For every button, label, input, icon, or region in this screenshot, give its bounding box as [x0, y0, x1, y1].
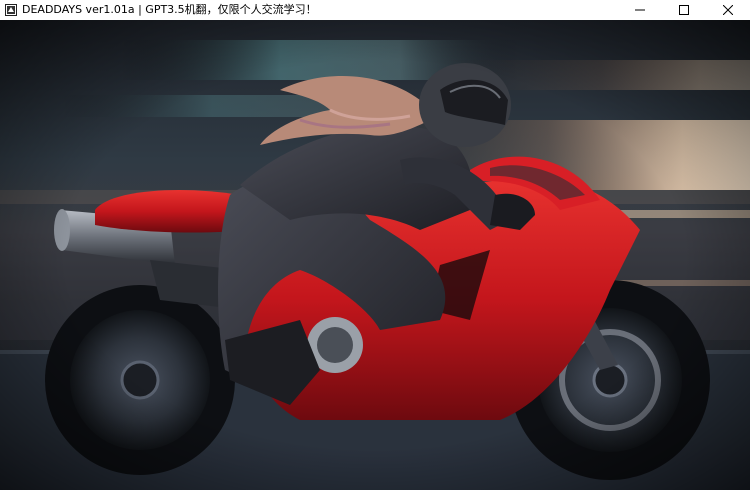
close-button[interactable]: [706, 0, 750, 20]
game-window: DEADDAYS ver1.01a | GPT3.5机翻，仅限个人交流学习！: [0, 0, 750, 490]
game-scene[interactable]: [0, 20, 750, 490]
window-title: DEADDAYS ver1.01a | GPT3.5机翻，仅限个人交流学习！: [22, 3, 317, 16]
window-controls: [618, 0, 750, 20]
minimize-button[interactable]: [618, 0, 662, 20]
motorcycle-rider-illustration: [0, 20, 750, 490]
game-app-icon: [5, 4, 17, 16]
minimize-icon: [635, 9, 645, 11]
title-bar[interactable]: DEADDAYS ver1.01a | GPT3.5机翻，仅限个人交流学习！: [0, 0, 750, 20]
close-icon: [723, 5, 733, 15]
maximize-button[interactable]: [662, 0, 706, 20]
maximize-icon: [679, 5, 689, 15]
